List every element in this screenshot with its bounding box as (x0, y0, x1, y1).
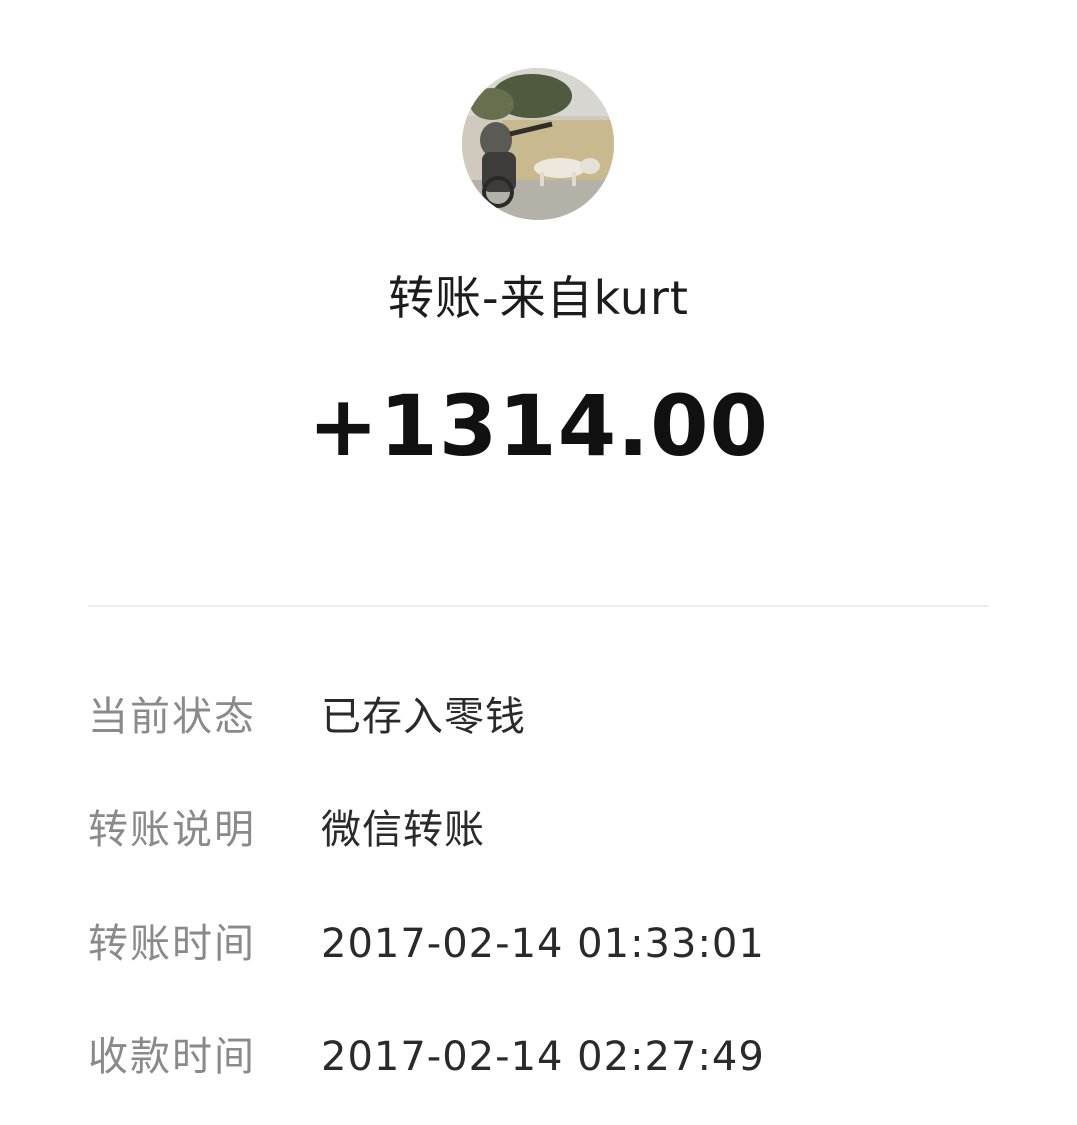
detail-label: 转账说明 (88, 807, 256, 853)
detail-value: 已存入零钱 (321, 694, 526, 740)
transfer-detail-page: 转账-来自kurt +1314.00 当前状态 已存入零钱 转账说明 微信转账 … (0, 0, 1077, 1125)
detail-value: 微信转账 (321, 807, 485, 853)
detail-label: 转账时间 (88, 921, 256, 967)
detail-label: 收款时间 (88, 1034, 256, 1080)
divider (88, 605, 988, 607)
transfer-amount: +1314.00 (308, 377, 769, 475)
detail-value: 2017-02-14 01:33:01 (321, 921, 765, 967)
detail-row-receive-time: 收款时间 2017-02-14 02:27:49 (88, 1027, 1008, 1087)
transfer-sender-title: 转账-来自kurt (388, 271, 689, 325)
detail-label: 当前状态 (88, 694, 256, 740)
detail-row-description: 转账说明 微信转账 (88, 800, 1008, 860)
avatar-photo-icon (462, 68, 614, 220)
avatar[interactable] (462, 68, 614, 220)
detail-row-status: 当前状态 已存入零钱 (88, 687, 1008, 747)
detail-row-transfer-time: 转账时间 2017-02-14 01:33:01 (88, 914, 1008, 974)
detail-value: 2017-02-14 02:27:49 (321, 1034, 765, 1080)
